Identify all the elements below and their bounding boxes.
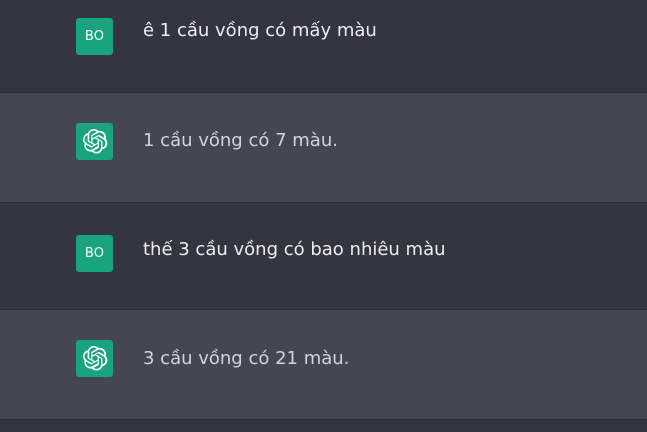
assistant-message: 3 cầu vồng có 21 màu. (0, 310, 647, 420)
assistant-message: 1 cầu vồng có 7 màu. (0, 93, 647, 203)
message-text: ê 1 cầu vồng có mấy màu (143, 20, 377, 41)
user-message: BO thế 3 cầu vồng có bao nhiêu màu (0, 203, 647, 310)
openai-logo-icon (76, 340, 113, 377)
openai-logo-icon (76, 123, 113, 160)
message-text: thế 3 cầu vồng có bao nhiêu màu (143, 239, 446, 260)
message-text: 1 cầu vồng có 7 màu. (143, 130, 338, 151)
chat-thread: BO ê 1 cầu vồng có mấy màu 1 cầu vồng có… (0, 0, 647, 432)
user-avatar: BO (76, 235, 113, 272)
user-message: BO ê 1 cầu vồng có mấy màu (0, 0, 647, 93)
user-avatar: BO (76, 18, 113, 55)
thread-bottom-strip (0, 420, 647, 432)
message-text: 3 cầu vồng có 21 màu. (143, 348, 350, 369)
